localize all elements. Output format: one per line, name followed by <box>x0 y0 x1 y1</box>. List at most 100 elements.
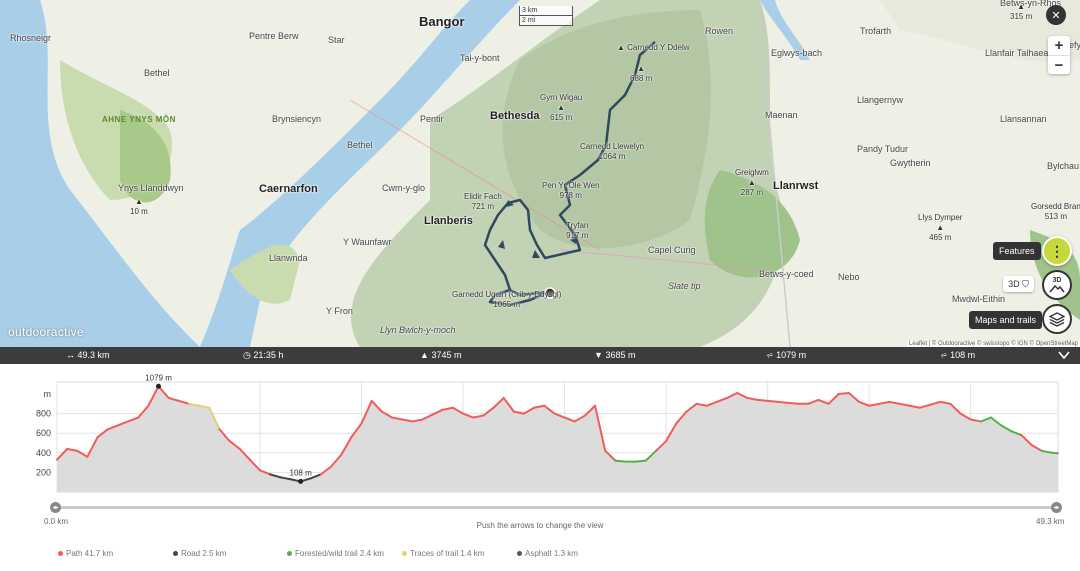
peak-label: Greiglwm ▲ 287 m <box>735 168 769 197</box>
y-tick-label: 800 <box>36 409 51 419</box>
stat-value: 108 m <box>950 350 976 360</box>
peak-label: ▲ 10 m <box>130 197 148 216</box>
y-tick-label: 200 <box>36 467 51 477</box>
scale-mi: 2 mi <box>519 16 573 26</box>
min-point-label: 108 m <box>290 468 313 477</box>
place-label: Y Waunfawr <box>343 237 392 247</box>
peak-label: ▲ 688 m <box>630 64 653 83</box>
terrain-3d-button[interactable]: 3D <box>1042 270 1072 300</box>
zoom-in-button[interactable]: + <box>1048 36 1070 56</box>
legend-label: Forested/wild trail 2.4 km <box>295 549 384 558</box>
place-label: Nebo <box>838 272 860 282</box>
place-label: Rhosneigr <box>10 33 52 43</box>
place-label: Cwm-y-glo <box>382 183 426 193</box>
place-label: Mwdwl-Eithin <box>952 294 1006 304</box>
mountain-icon <box>1049 284 1065 293</box>
legend-path: Path 41.7 km <box>58 549 113 558</box>
place-label: Star <box>328 35 345 45</box>
collapse-chevron-icon[interactable] <box>1058 351 1070 360</box>
legend-label: Asphalt 1.3 km <box>525 549 578 558</box>
place-label: Tal-y-bont <box>460 53 500 63</box>
place-label: Capel Curig <box>648 245 696 255</box>
stat-ascent: ▲ 3745 m <box>420 350 461 360</box>
legend-road: Road 2.5 km <box>173 549 226 558</box>
range-end-handle[interactable]: ◂▸ <box>1051 502 1062 513</box>
elevation-chart: 800600400200m0.0 km5.0 km10.0 km15.0 km2… <box>36 373 1059 493</box>
distance-icon: ↔ <box>66 350 75 360</box>
elevation-profile[interactable]: 800600400200m0.0 km5.0 km10.0 km15.0 km2… <box>0 364 1080 571</box>
three-d-small-label: 3D <box>1052 277 1062 284</box>
peak-label: Gyrn Wigau ▲ 615 m <box>540 93 583 122</box>
stat-value: 21:35 h <box>253 350 284 360</box>
stat-value: 3745 m <box>431 350 462 360</box>
place-label: Bethel <box>347 140 373 150</box>
place-label: Gwytherin <box>890 158 931 168</box>
features-button[interactable]: ⋮ <box>1042 236 1072 266</box>
peak-label: Llys Dymper ▲ 465 m <box>918 213 963 242</box>
zoom-control: + − <box>1048 36 1070 74</box>
range-start-handle[interactable]: ◂▸ <box>50 502 61 513</box>
legend-swatch <box>402 551 407 557</box>
peak-label: Elidir Fach 721 m <box>464 192 502 211</box>
legend-swatch <box>58 551 63 557</box>
place-label: Bylchau <box>1047 161 1080 171</box>
map-scale: 3 km 2 mi <box>519 6 573 26</box>
zoom-out-button[interactable]: − <box>1048 56 1070 75</box>
place-label: Llanfair Talhaearn <box>985 48 1057 58</box>
stat-highest: ⩫ 1079 m <box>766 350 806 361</box>
profile-segment <box>786 401 800 405</box>
profile-segment <box>776 400 789 404</box>
peak-label: Carnedd Llewelyn 1064 m <box>580 142 645 161</box>
y-tick-label: 600 <box>36 428 51 438</box>
arrows-icon: ◂▸ <box>1053 505 1060 511</box>
range-track[interactable] <box>55 506 1058 509</box>
more-vertical-icon: ⋮ <box>1050 242 1064 259</box>
legend-forested: Forested/wild trail 2.4 km <box>287 549 384 558</box>
maps-trails-tooltip: Maps and trails <box>969 311 1043 329</box>
place-label: Pentre Berw <box>249 31 299 41</box>
profile-segment <box>634 459 647 463</box>
peak-label: ▲ Carnedd Y Ddelw <box>617 43 690 52</box>
profile-segment <box>614 459 627 463</box>
peak-label: Gorsedd Bran 513 m <box>1031 202 1080 221</box>
stat-descent: ▼ 3685 m <box>594 350 635 360</box>
shield-icon: ⛉ <box>1022 279 1029 289</box>
maps-trails-button[interactable] <box>1042 304 1072 334</box>
stat-duration: ◷ 21:35 h <box>243 350 283 361</box>
clock-icon: ◷ <box>243 350 251 360</box>
stat-value: 3685 m <box>605 350 636 360</box>
map-view[interactable]: Bangor Bethesda Caernarfon Llanberis Lla… <box>0 0 1080 347</box>
place-label: Maenan <box>765 110 798 120</box>
descent-icon: ▼ <box>594 350 603 360</box>
close-button[interactable]: ✕ <box>1046 5 1066 25</box>
aonb-label: AHNE YNYS MÔN <box>102 115 176 124</box>
three-d-toggle[interactable]: 3D ⛉ <box>1003 276 1034 292</box>
legend-asphalt: Asphalt 1.3 km <box>517 549 578 558</box>
place-label: Pandy Tudur <box>857 144 909 154</box>
layers-icon <box>1049 312 1065 327</box>
profile-segment <box>766 399 779 403</box>
lowest-point-icon: ⩫ <box>940 350 948 360</box>
legend-label: Traces of trail 1.4 km <box>410 549 485 558</box>
place-label: Trofarth <box>860 26 892 36</box>
place-label: Eglwys-bach <box>771 48 823 58</box>
place-label: Brynsiencyn <box>272 114 322 124</box>
highest-point-icon: ⩫ <box>766 350 774 360</box>
scale-km: 3 km <box>519 6 573 16</box>
place-label: Llyn Bwlch-y-moch <box>380 325 456 335</box>
place-label: Y Fron <box>326 306 353 316</box>
peak-label: Pen Yr Ole Wen 978 m <box>542 181 600 200</box>
place-label: Llansannan <box>1000 114 1047 124</box>
three-d-label: 3D <box>1008 279 1020 289</box>
peak-label: Garnedd Ugain (Crib y Ddysgl) 1065 m <box>452 290 562 309</box>
legend-swatch <box>517 551 522 557</box>
arrows-icon: ◂▸ <box>52 505 59 511</box>
peak-label: Tryfan 917 m <box>566 221 589 240</box>
peak-label: ▲ 315 m <box>1010 2 1033 21</box>
ascent-icon: ▲ <box>420 350 429 360</box>
town-label: Llanrwst <box>773 180 819 192</box>
place-label: Bethel <box>144 68 170 78</box>
y-unit-label: m <box>44 389 52 399</box>
town-label: Bangor <box>419 14 465 29</box>
max-point-marker <box>156 383 162 389</box>
